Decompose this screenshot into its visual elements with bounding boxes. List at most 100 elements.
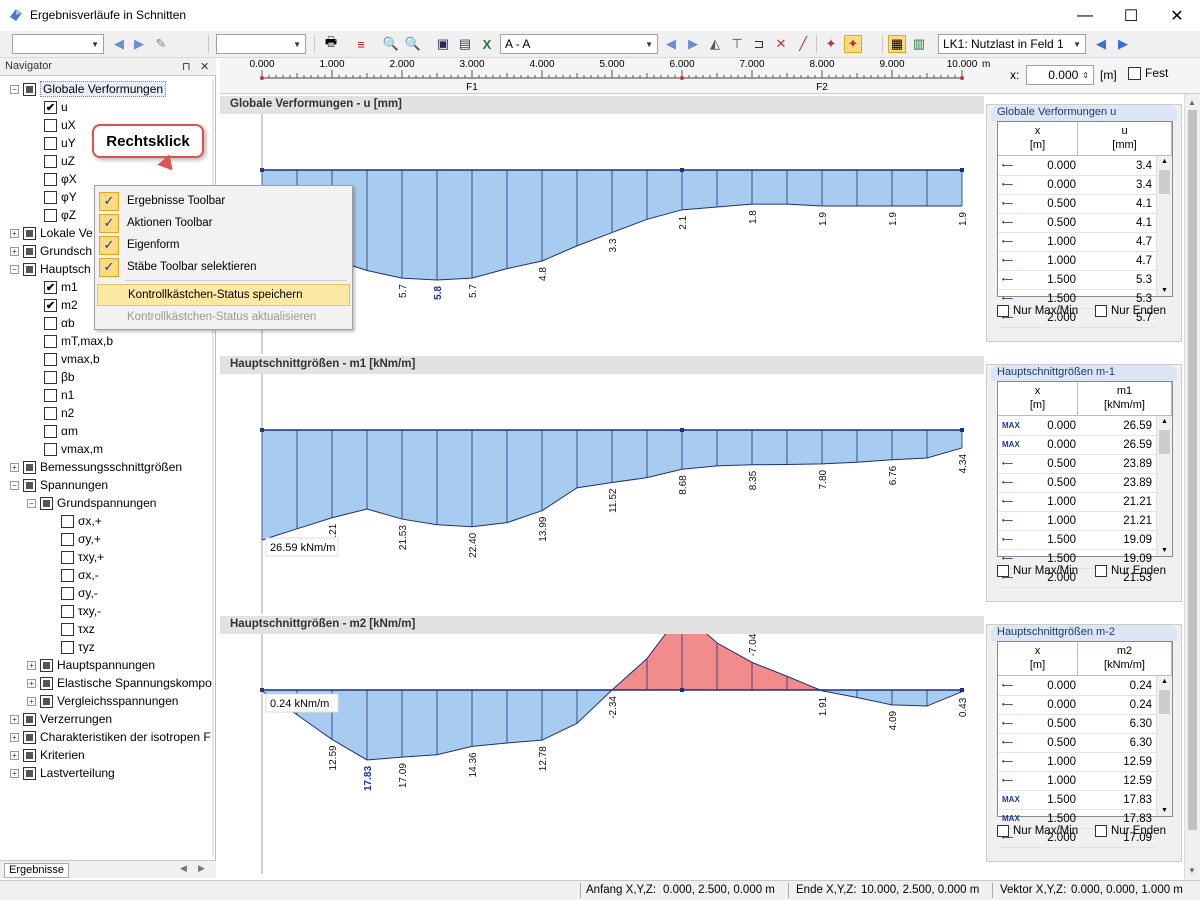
tree-checkbox[interactable] [44, 424, 57, 438]
tree-checkbox[interactable] [23, 478, 36, 492]
table-row[interactable]: •— 0.500 4.1 [998, 214, 1156, 233]
section-brace-icon[interactable]: ⊐ [750, 35, 768, 53]
scroll-up-icon[interactable]: ▲ [1161, 158, 1168, 165]
tree-checkbox[interactable] [61, 622, 74, 636]
tab-next-icon[interactable]: ▶ [198, 863, 205, 874]
table-row[interactable]: •— 1.000 4.7 [998, 252, 1156, 271]
tree-item[interactable]: vmax,b [27, 350, 100, 368]
minimize-button[interactable]: — [1062, 0, 1108, 31]
tree-checkbox[interactable] [40, 658, 53, 672]
context-menu-item[interactable]: ✓ Ergebnisse Toolbar [97, 190, 350, 212]
context-menu-item[interactable]: ✓ Aktionen Toolbar [97, 212, 350, 234]
tree-checkbox[interactable] [44, 100, 57, 114]
tree-checkbox[interactable] [44, 154, 57, 168]
tree-checkbox[interactable] [40, 676, 53, 690]
tree-checkbox[interactable] [40, 694, 53, 708]
tree-item[interactable]: τyz [44, 638, 95, 656]
table-scrollbar[interactable]: ▲ ▼ [1156, 416, 1172, 556]
tree-item[interactable]: + Lastverteilung [10, 764, 115, 782]
table-row[interactable]: •— 1.000 12.59 [998, 753, 1156, 772]
table-row[interactable]: •— 0.000 3.4 [998, 157, 1156, 176]
tree-checkbox[interactable] [23, 262, 36, 276]
nur-maxmin-option[interactable]: Nur Max/Min [997, 563, 1078, 579]
prev-loadcase-icon[interactable]: ◀ [1092, 35, 1110, 53]
tree-item[interactable]: σy,+ [44, 530, 101, 548]
scroll-up-icon[interactable]: ▲ [1188, 98, 1196, 107]
tree-checkbox[interactable] [44, 406, 57, 420]
context-menu-item[interactable]: ✓ Stäbe Toolbar selektieren [97, 256, 350, 278]
chart-plot[interactable]: 1.21 21.53 22.4013.9911.528.68 8.35 7.80 6.76… [220, 374, 984, 614]
tree-item[interactable]: − Globale Verformungen [10, 80, 167, 98]
tree-item[interactable]: + Charakteristiken der isotropen F [10, 728, 211, 746]
expand-icon[interactable]: + [10, 750, 19, 760]
tree-checkbox[interactable] [44, 442, 57, 456]
toolbar-combo-2[interactable]: ▼ [216, 34, 306, 54]
table-row[interactable]: •— 0.000 3.4 [998, 176, 1156, 195]
next-loadcase-icon[interactable]: ▶ [1114, 35, 1132, 53]
option-checkbox[interactable] [1095, 825, 1107, 837]
table-scroll-thumb[interactable] [1159, 690, 1170, 714]
table-row[interactable]: MAX 1.500 17.83 [998, 791, 1156, 810]
pointer-icon[interactable]: ✎ [152, 35, 170, 53]
color-scale-icon[interactable]: ≡ [352, 35, 370, 53]
tree-item[interactable]: τxz [44, 620, 95, 638]
scroll-thumb[interactable] [1188, 110, 1197, 830]
results-table[interactable]: x [m] u [mm] •— 0.000 3.4 •— 0.000 3.4 •— 0.500 4.1 •… [997, 121, 1173, 328]
tree-item[interactable]: uZ [27, 152, 75, 170]
option-checkbox[interactable] [997, 305, 1009, 317]
tree-item[interactable]: σx,- [44, 566, 99, 584]
table-scrollbar[interactable]: ▲ ▼ [1156, 676, 1172, 816]
tab-ergebnisse[interactable]: Ergebnisse [4, 863, 70, 878]
tree-checkbox[interactable] [61, 514, 74, 528]
option-checkbox[interactable] [997, 825, 1009, 837]
tree-item[interactable]: + Vergleichsspannungen [27, 692, 178, 710]
prev-section-icon[interactable]: ◀ [662, 35, 680, 53]
nur-enden-option[interactable]: Nur Enden [1095, 303, 1166, 319]
expand-icon[interactable]: + [27, 660, 36, 670]
chart-plot[interactable]: 12.5917.8317.0914.3612.78-2.34-19.87-7.0… [220, 634, 984, 874]
tree-item[interactable]: αm [27, 422, 78, 440]
nur-enden-option[interactable]: Nur Enden [1095, 563, 1166, 579]
tree-checkbox[interactable] [44, 280, 57, 294]
collapse-icon[interactable]: − [27, 498, 36, 508]
option-checkbox[interactable] [997, 565, 1009, 577]
tree-item[interactable]: σy,- [44, 584, 98, 602]
table-row[interactable]: •— 1.000 4.7 [998, 233, 1156, 252]
scroll-up-icon[interactable]: ▲ [1161, 418, 1168, 425]
tree-item[interactable]: αb [27, 314, 75, 332]
expand-icon[interactable]: + [10, 462, 19, 472]
section-select[interactable]: A - A ▼ [500, 34, 658, 54]
tree-checkbox[interactable] [61, 604, 74, 618]
loadcase-select[interactable]: LK1: Nutzlast in Feld 1 ▼ [938, 34, 1086, 54]
table-row[interactable]: MAX 0.000 26.59 [998, 417, 1156, 436]
tree-checkbox[interactable] [44, 172, 57, 186]
tree-item[interactable]: + Hauptspannungen [27, 656, 155, 674]
tree-item[interactable]: σx,+ [44, 512, 102, 530]
collapse-icon[interactable]: − [10, 264, 19, 274]
table-scroll-thumb[interactable] [1159, 430, 1170, 454]
tree-item[interactable]: + Verzerrungen [10, 710, 112, 728]
tree-item[interactable]: m1 [27, 278, 78, 296]
tree-checkbox[interactable] [61, 640, 74, 654]
table-row[interactable]: •— 0.000 0.24 [998, 696, 1156, 715]
table-scrollbar[interactable]: ▲ ▼ [1156, 156, 1172, 296]
option-checkbox[interactable] [1095, 565, 1107, 577]
tree-item[interactable]: τxy,- [44, 602, 101, 620]
tree-checkbox[interactable] [61, 550, 74, 564]
tab-prev-icon[interactable]: ◀ [180, 863, 187, 874]
tree-checkbox[interactable] [44, 190, 57, 204]
tree-checkbox[interactable] [44, 370, 57, 384]
tree-checkbox[interactable] [44, 118, 57, 132]
print-icon[interactable]: 🖶 [322, 34, 340, 53]
pin-icon[interactable]: ⊓ [182, 60, 191, 73]
expand-icon[interactable]: + [10, 732, 19, 742]
tree-checkbox[interactable] [61, 586, 74, 600]
table-row[interactable]: •— 0.500 6.30 [998, 734, 1156, 753]
expand-icon[interactable]: + [27, 696, 36, 706]
tree-item[interactable]: βb [27, 368, 75, 386]
tree-checkbox[interactable] [23, 766, 36, 780]
close-button[interactable]: ✕ [1154, 0, 1200, 31]
tree-checkbox[interactable] [61, 532, 74, 546]
collapse-icon[interactable]: − [10, 480, 19, 490]
table-row[interactable]: •— 1.500 19.09 [998, 531, 1156, 550]
